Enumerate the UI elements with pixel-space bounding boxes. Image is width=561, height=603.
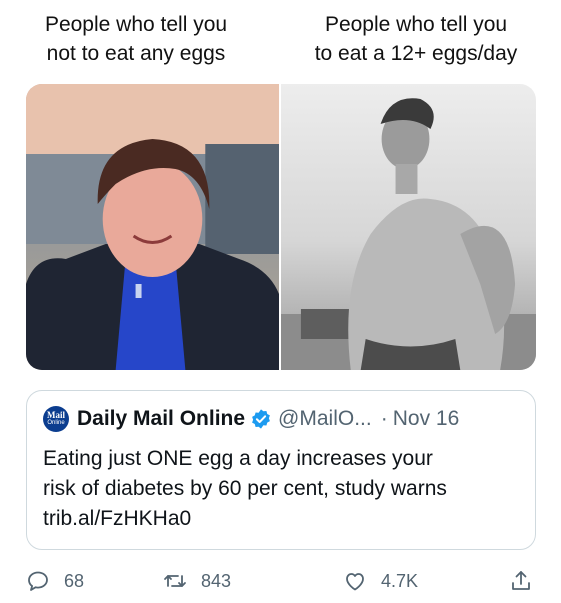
tweet-date[interactable]: Nov 16 [393,407,460,431]
portrait-woman-illustration [26,84,279,370]
quoted-tweet-text: Eating just ONE egg a day increases your… [43,447,447,530]
retweet-icon [164,575,186,587]
share-icon [512,571,530,590]
verified-badge-icon [252,409,270,429]
reply-button[interactable]: 68 [26,566,84,596]
caption-left: People who tell you not to eat any eggs [44,13,228,65]
tweet-actions: 68 843 4.7K [26,566,536,596]
heart-icon [346,573,364,591]
handle[interactable]: @MailO... [278,407,372,431]
quoted-tweet-header: Mail Online Daily Mail Online @MailO... … [43,405,519,433]
logo-line-1: Mail [47,410,65,420]
retweet-button[interactable]: 843 [163,566,231,596]
tweet-media[interactable] [26,84,536,370]
display-name[interactable]: Daily Mail Online [77,407,245,431]
media-image-left[interactable] [26,84,279,370]
media-image-right[interactable] [281,84,536,370]
bodybuilder-illustration [281,98,536,370]
caption-right: People who tell you to eat a 12+ eggs/da… [314,13,518,65]
like-button[interactable]: 4.7K [343,566,418,596]
logo-line-2: Online [47,420,65,426]
retweet-count: 843 [201,570,232,591]
share-button[interactable] [509,566,533,596]
quoted-tweet[interactable]: Mail Online Daily Mail Online @MailO... … [26,390,536,550]
reply-icon [28,571,48,591]
separator-dot: · [380,407,388,430]
like-count: 4.7K [381,570,419,591]
daily-mail-logo[interactable]: Mail Online [43,406,69,432]
reply-count: 68 [64,570,85,591]
